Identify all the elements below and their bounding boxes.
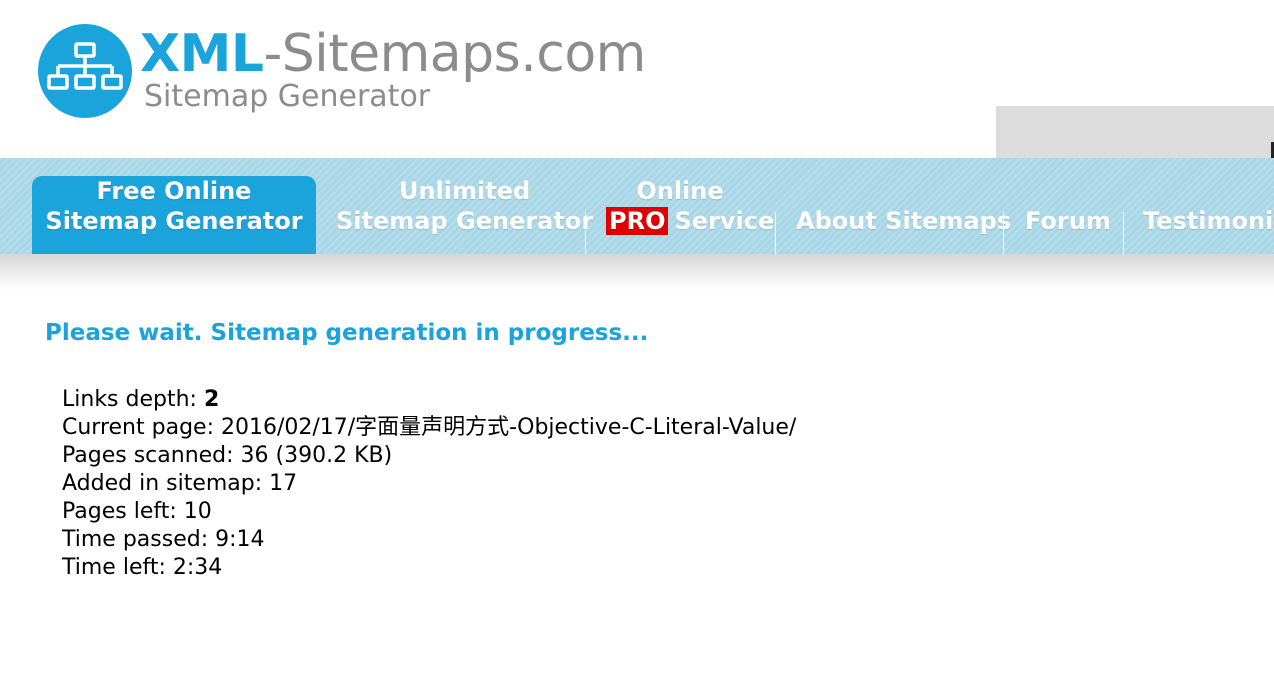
page: XML-Sitemaps.com Sitemap Generator Free … [0, 0, 1274, 700]
current-page-row: Current page: 2016/02/17/字面量声明方式-Objecti… [62, 415, 797, 440]
pages-scanned-row: Pages scanned: 36 (390.2 KB) [62, 443, 393, 468]
pro-badge: PRO [606, 207, 669, 235]
nav-item-line1: Online [636, 177, 724, 205]
links-depth-label: Links depth: [62, 387, 204, 412]
nav-item-line1: Free Online [96, 177, 252, 205]
logo-title: XML-Sitemaps.com [140, 26, 646, 82]
time-passed-row: Time passed: 9:14 [62, 527, 265, 552]
nav-item-unlimited-generator[interactable]: Unlimited Sitemap Generator [336, 176, 593, 236]
nav-item-line1: Unlimited [398, 177, 531, 205]
nav-item-testimonials[interactable]: Testimonia [1143, 176, 1274, 236]
nav-item-line2: Testimonia [1143, 207, 1274, 235]
nav-item-line2: About Sitemaps [796, 207, 1012, 235]
nav-item-line2: Service [674, 207, 775, 235]
nav-item-forum[interactable]: Forum [1025, 176, 1111, 236]
nav-item-line2: Sitemap Generator [336, 207, 594, 235]
nav-item-line2: Forum [1025, 207, 1111, 235]
logo-subtitle: Sitemap Generator [144, 79, 431, 114]
nav-item-line1 [1143, 176, 1274, 206]
nav-item-line1 [796, 176, 1011, 206]
added-in-sitemap-row: Added in sitemap: 17 [62, 471, 298, 496]
nav-divider [1003, 212, 1004, 254]
nav-divider [775, 212, 776, 254]
nav-divider [585, 212, 586, 254]
nav-shadow [0, 254, 1274, 290]
main-nav: Free Online Sitemap Generator Unlimited … [0, 158, 1274, 254]
logo-title-rest: -Sitemaps.com [263, 24, 646, 84]
logo-title-bold: XML [140, 24, 264, 84]
links-depth-value: 2 [203, 387, 220, 412]
nav-divider [1123, 212, 1124, 254]
nav-item-line2-wrap: PRO Service [606, 206, 774, 236]
sitemap-tree-icon [38, 24, 132, 118]
time-left-row: Time left: 2:34 [62, 555, 223, 580]
links-depth-row: Links depth: 2 [62, 386, 796, 414]
nav-item-pro-service[interactable]: Online PRO Service [606, 176, 774, 236]
status-heading: Please wait. Sitemap generation in progr… [45, 320, 649, 346]
nav-item-line1 [1025, 176, 1111, 206]
pages-left-row: Pages left: 10 [62, 499, 212, 524]
nav-item-about-sitemaps[interactable]: About Sitemaps [796, 176, 1011, 236]
nav-item-free-online-generator[interactable]: Free Online Sitemap Generator [32, 176, 316, 254]
progress-stats: Links depth: 2 Current page: 2016/02/17/… [62, 386, 796, 582]
nav-item-line2: Sitemap Generator [45, 207, 303, 235]
